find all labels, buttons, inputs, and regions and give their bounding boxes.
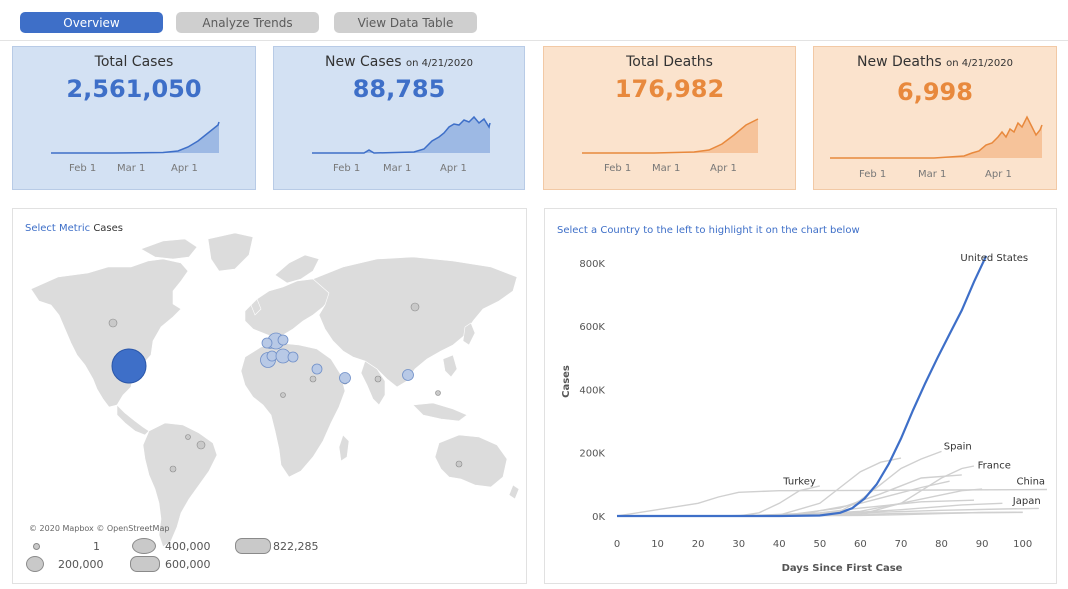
y-tick-label: 800K [579,259,605,270]
series-label: Spain [944,442,972,453]
legend-label: 600,000 [165,558,211,571]
legend-label: 200,000 [58,558,104,571]
kpi-tick: Feb 1 [333,163,361,174]
legend-label: 1 [93,540,100,553]
tab-analyze-trends[interactable]: Analyze Trends [176,12,319,33]
kpi-total-cases[interactable]: Total Cases 2,561,050 Feb 1 Mar 1 Apr 1 [12,46,256,190]
x-axis-title: Days Since First Case [782,563,903,574]
x-tick-label: 70 [895,539,908,550]
tab-view-data-table[interactable]: View Data Table [334,12,477,33]
series-label: France [978,461,1011,472]
kpi-tick: Mar 1 [918,169,947,180]
y-tick-label: 0K [592,512,605,523]
legend-label: 400,000 [165,540,211,553]
kpi-tick: Apr 1 [440,163,467,174]
x-tick-label: 40 [773,539,786,550]
series-label: Japan [1012,496,1041,507]
kpi-new-deaths[interactable]: New Deaths on 4/21/2020 6,998 Feb 1 Mar … [813,46,1057,190]
series-label: Turkey [782,476,816,487]
x-tick-label: 100 [1013,539,1032,550]
x-tick-label: 50 [813,539,826,550]
kpi-tick: Mar 1 [383,163,412,174]
legend-circle-822285 [235,538,271,554]
x-tick-label: 10 [651,539,664,550]
x-tick-label: 20 [692,539,705,550]
map-panel: Select Metric Cases © 2020 Mapbox © Open… [12,208,527,584]
map-bubble-us [111,348,147,384]
x-tick-label: 90 [976,539,989,550]
legend-circle-600000 [130,556,160,572]
series-label: China [1016,476,1045,487]
kpi-tick: Apr 1 [710,163,737,174]
x-tick-label: 30 [732,539,745,550]
kpi-tick: Mar 1 [117,163,146,174]
legend-circle-400000 [132,538,156,554]
y-tick-label: 200K [579,449,605,460]
y-tick-label: 400K [579,385,605,396]
kpi-tick: Feb 1 [69,163,97,174]
y-tick-label: 600K [579,322,605,333]
kpi-tick: Mar 1 [652,163,681,174]
x-tick-label: 60 [854,539,867,550]
trend-line-chart[interactable]: 0K 200K 400K 600K 800K 0 10 20 30 40 50 60 70 80 90 100… [545,209,1058,585]
x-tick-label: 0 [614,539,620,550]
y-axis-title: Cases [561,365,572,398]
series-label: United States [960,253,1028,264]
kpi-tick: Feb 1 [859,169,887,180]
tab-bar: Overview Analyze Trends View Data Table [0,0,1068,41]
legend-circle-1 [33,543,40,550]
legend-circle-200000 [26,556,44,572]
trend-chart-panel: Select a Country to the left to highligh… [544,208,1057,584]
kpi-tick: Apr 1 [171,163,198,174]
x-tick-label: 80 [935,539,948,550]
kpi-tick: Feb 1 [604,163,632,174]
kpi-total-deaths[interactable]: Total Deaths 176,982 Feb 1 Mar 1 Apr 1 [543,46,796,190]
tab-overview[interactable]: Overview [20,12,163,33]
legend-label: 822,285 [273,540,319,553]
kpi-new-cases[interactable]: New Cases on 4/21/2020 88,785 Feb 1 Mar … [273,46,525,190]
map-attribution: © 2020 Mapbox © OpenStreetMap [29,524,170,533]
kpi-tick: Apr 1 [985,169,1012,180]
